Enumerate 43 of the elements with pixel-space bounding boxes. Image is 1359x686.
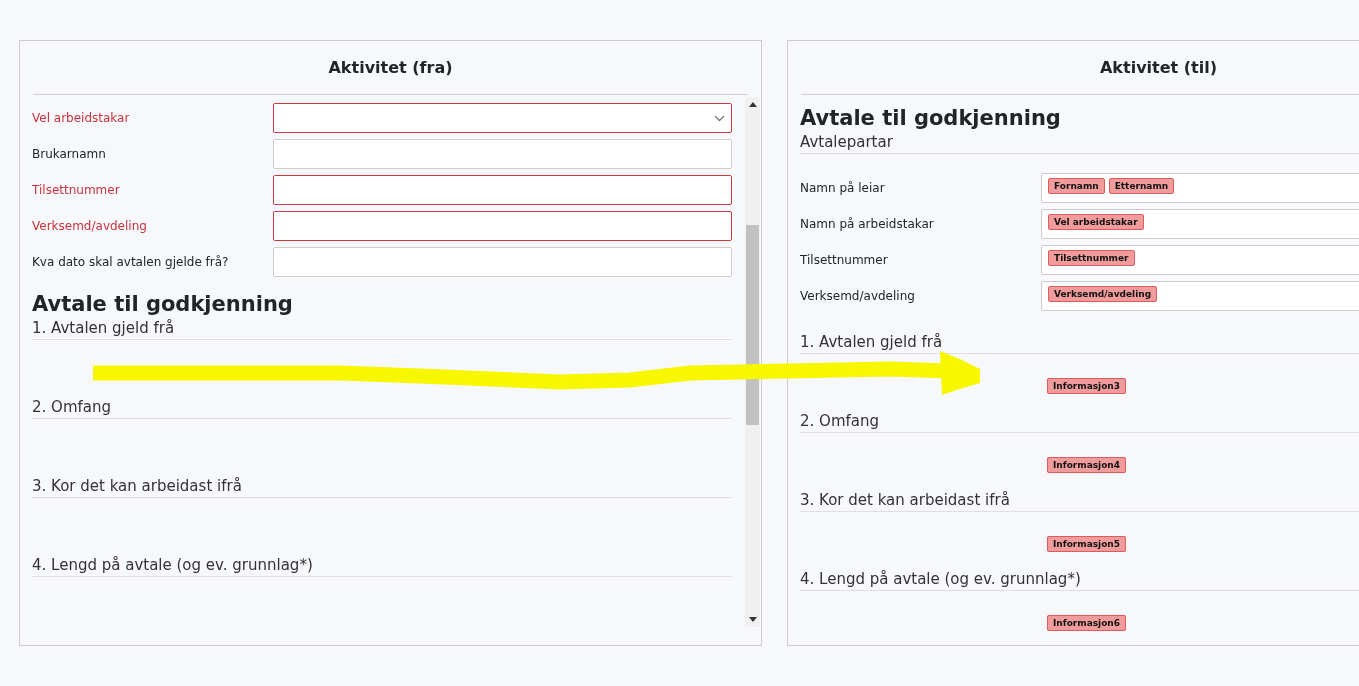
chevron-down-icon: [714, 114, 725, 122]
section-title: 3. Kor det kan arbeidast ifrå: [800, 489, 1359, 512]
field-label: Vel arbeidstakar: [32, 111, 131, 125]
scrollbar-thumb[interactable]: [746, 225, 759, 425]
placeholder-tag: Informasjon3: [1047, 378, 1127, 394]
panel-title: Aktivitet (fra): [328, 58, 453, 77]
section-title: 1. Avtalen gjeld frå: [32, 317, 732, 340]
section-title: 2. Omfang: [800, 410, 1359, 433]
placeholder-tag: Vel arbeidstakar: [1048, 214, 1144, 230]
scrollbar[interactable]: [745, 97, 760, 627]
field-label: Kva dato skal avtalen gjelde frå?: [32, 255, 230, 269]
section-subtitle: Avtalepartar: [800, 131, 1359, 154]
field-label: Namn på leiar: [800, 181, 886, 195]
section-heading: Avtale til godkjenning: [32, 291, 294, 317]
section-title: 2. Omfang: [32, 396, 732, 419]
field-label: Tilsettnummer: [800, 253, 889, 267]
input-field[interactable]: Vel arbeidstakar: [1041, 209, 1359, 239]
input-field[interactable]: Tilsettnummer: [1041, 245, 1359, 275]
panel-title: Aktivitet (til): [1100, 58, 1217, 77]
field-label: Verksemd/avdeling: [800, 289, 916, 303]
section-heading: Avtale til godkjenning: [800, 105, 1062, 131]
placeholder-tag: Informasjon4: [1047, 457, 1127, 473]
input-field[interactable]: Verksemd/avdeling: [1041, 281, 1359, 311]
placeholder-tag: Etternamn: [1108, 178, 1175, 194]
section-title: 3. Kor det kan arbeidast ifrå: [32, 475, 732, 498]
placeholder-tag: Informasjon5: [1047, 536, 1127, 552]
scroll-down-icon[interactable]: [748, 617, 757, 622]
section-title: 4. Lengd på avtale (og ev. grunnlag*): [32, 554, 732, 577]
placeholder-tag: Fornamn: [1048, 178, 1105, 194]
field-label: Verksemd/avdeling: [32, 219, 148, 233]
input-field[interactable]: [273, 175, 732, 205]
scroll-up-icon[interactable]: [748, 102, 757, 107]
input-field[interactable]: Fornamn Etternamn: [1041, 173, 1359, 203]
section-title: 1. Avtalen gjeld frå: [800, 331, 1359, 354]
input-field[interactable]: [273, 211, 732, 241]
section-title: 4. Lengd på avtale (og ev. grunnlag*): [800, 568, 1359, 591]
field-label: Namn på arbeidstakar: [800, 217, 935, 231]
field-label: Tilsettnummer: [32, 183, 121, 197]
placeholder-tag: Tilsettnummer: [1048, 250, 1135, 266]
placeholder-tag: Informasjon6: [1047, 615, 1127, 631]
field-label: Brukarnamn: [32, 147, 107, 161]
select-field[interactable]: [273, 103, 732, 133]
placeholder-tag: Verksemd/avdeling: [1048, 286, 1158, 302]
